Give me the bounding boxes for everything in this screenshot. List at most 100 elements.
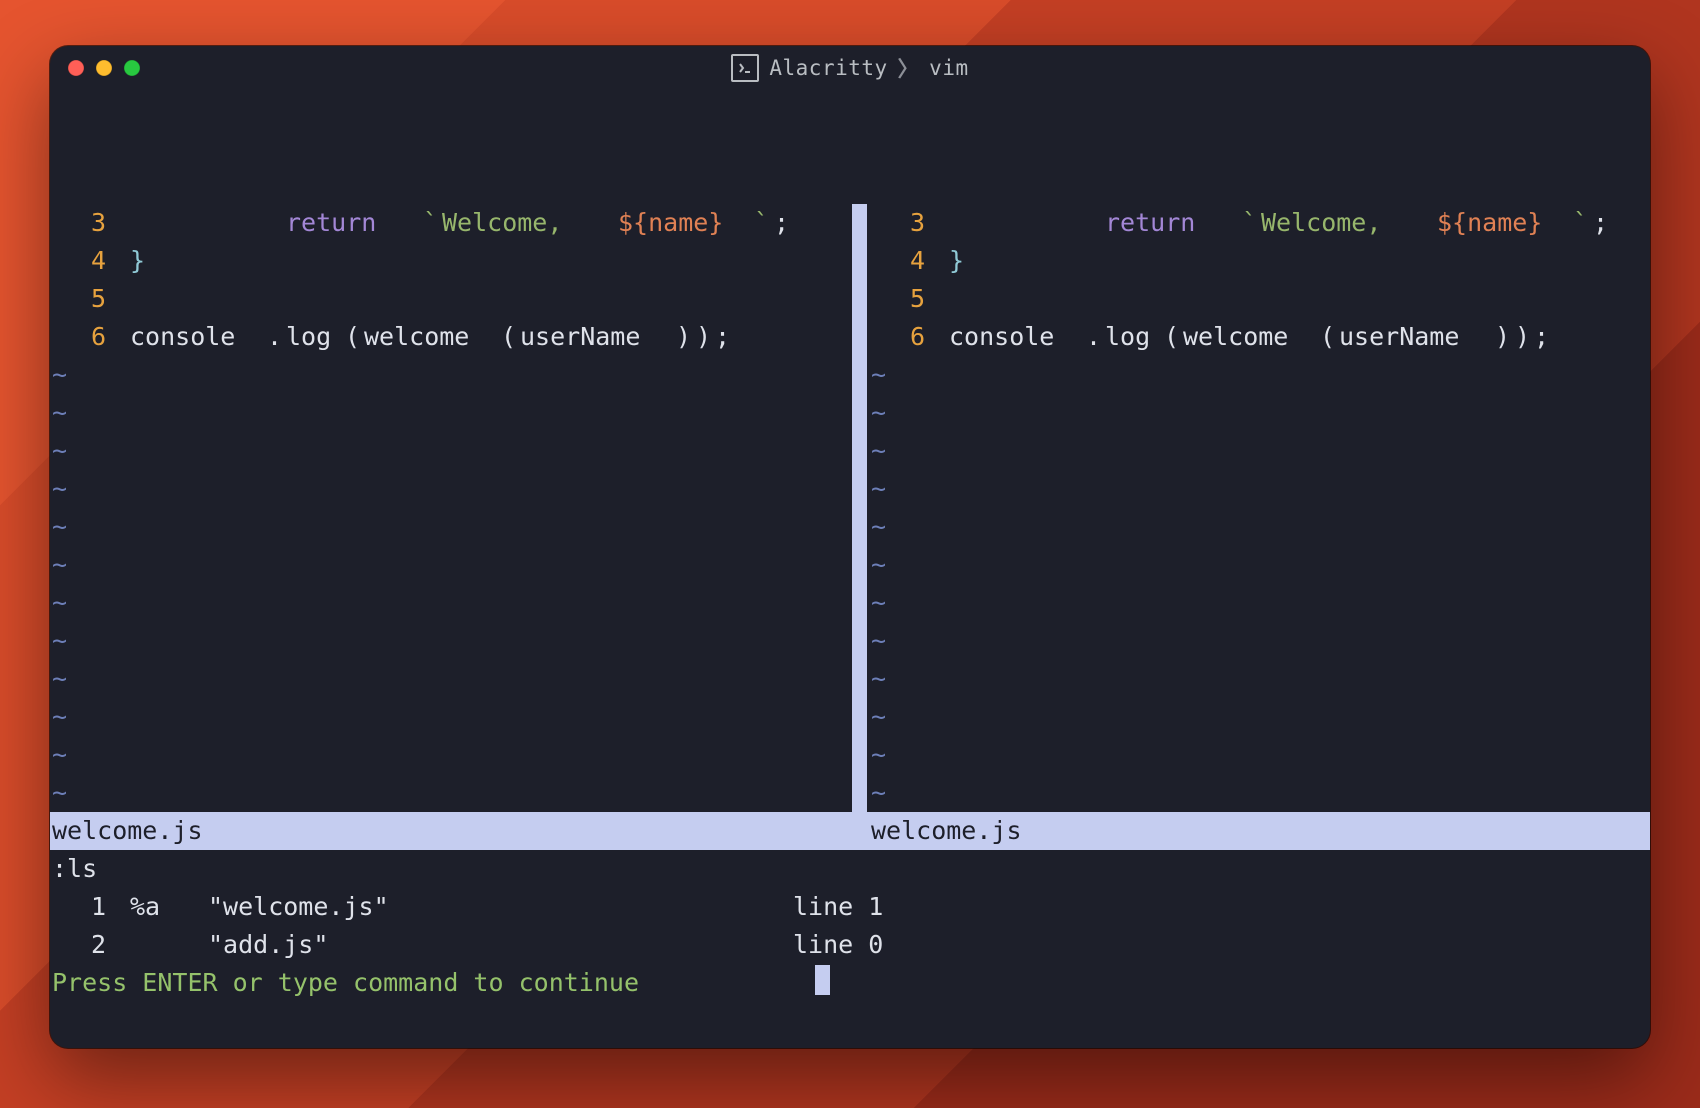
- tilde-marker: ~: [871, 508, 886, 546]
- code-token: Welcome,: [442, 204, 577, 242]
- buffer-flags: %a: [130, 888, 160, 926]
- tilde-marker: ~: [52, 736, 67, 774]
- vertical-split[interactable]: [852, 508, 867, 546]
- terminal-area[interactable]: 3 return `Welcome, ${name}`;3 return `We…: [50, 90, 1650, 1048]
- vertical-split[interactable]: [852, 622, 867, 660]
- buffer-empty-line: ~~: [50, 356, 1650, 394]
- code-token: (: [1164, 318, 1179, 356]
- statusline-file-left: welcome.js: [52, 812, 203, 850]
- tilde-marker: ~: [871, 736, 886, 774]
- code-token: log: [1105, 318, 1150, 356]
- gutter-linenum: 6: [910, 318, 925, 356]
- vertical-split[interactable]: [852, 394, 867, 432]
- tilde-marker: ~: [52, 394, 67, 432]
- tilde-marker: ~: [871, 394, 886, 432]
- vertical-split[interactable]: [852, 204, 867, 242]
- code-token: ): [1515, 318, 1530, 356]
- vim-statusline: welcome.js welcome.js: [50, 812, 1650, 850]
- tilde-marker: ~: [52, 698, 67, 736]
- code-token: return: [286, 204, 376, 242]
- tilde-marker: ~: [52, 660, 67, 698]
- more-prompt-text: Press ENTER or type command to continue: [52, 964, 639, 1002]
- more-prompt[interactable]: Press ENTER or type command to continue: [50, 964, 1650, 1002]
- buffer-empty-line: ~~: [50, 584, 1650, 622]
- code-token: ;: [715, 318, 730, 356]
- code-token: }: [949, 242, 964, 280]
- tilde-marker: ~: [871, 698, 886, 736]
- vertical-split[interactable]: [852, 736, 867, 774]
- code-token: ;: [1534, 318, 1549, 356]
- command-echo: :ls: [50, 850, 1650, 888]
- code-token: console: [949, 318, 1054, 356]
- code-token: `: [423, 204, 438, 242]
- vertical-split[interactable]: [852, 774, 867, 812]
- code-token: `: [1242, 204, 1257, 242]
- code-token: }: [130, 242, 145, 280]
- buffer-line: line 1: [793, 888, 883, 926]
- statusline-file-right: welcome.js: [871, 812, 1022, 850]
- buffer-list-row: 1%a"welcome.js"line 1: [50, 888, 1650, 926]
- tilde-marker: ~: [871, 584, 886, 622]
- terminal-window: Alacritty 〉 vim 3 return `Welcome, ${nam…: [50, 46, 1650, 1048]
- code-line: 3 return `Welcome, ${name}`;3 return `We…: [50, 204, 1650, 242]
- buffer-empty-line: ~~: [50, 774, 1650, 812]
- vertical-split[interactable]: [852, 470, 867, 508]
- code-token: `: [754, 204, 769, 242]
- code-token: return: [1105, 204, 1195, 242]
- buffer-empty-line: ~~: [50, 508, 1650, 546]
- tilde-marker: ~: [871, 432, 886, 470]
- vertical-split[interactable]: [852, 584, 867, 622]
- vertical-split[interactable]: [852, 242, 867, 280]
- zoom-icon[interactable]: [124, 60, 140, 76]
- vertical-split[interactable]: [852, 356, 867, 394]
- command-text: :ls: [52, 850, 97, 888]
- vertical-split[interactable]: [852, 280, 867, 318]
- gutter-linenum: 3: [910, 204, 925, 242]
- title-app: Alacritty: [769, 56, 887, 80]
- vertical-split[interactable]: [852, 432, 867, 470]
- code-token: ): [676, 318, 691, 356]
- gutter-linenum: 4: [91, 242, 106, 280]
- code-token: ): [1495, 318, 1510, 356]
- code-token: [1222, 204, 1237, 242]
- code-token: ;: [774, 204, 789, 242]
- tilde-marker: ~: [871, 470, 886, 508]
- code-line: 4}4}: [50, 242, 1650, 280]
- close-icon[interactable]: [68, 60, 84, 76]
- traffic-lights: [68, 46, 140, 90]
- tilde-marker: ~: [52, 432, 67, 470]
- vertical-split[interactable]: [852, 698, 867, 736]
- vertical-split[interactable]: [852, 318, 867, 356]
- buffer-empty-line: ~~: [50, 432, 1650, 470]
- title-separator-icon: 〉: [898, 53, 920, 83]
- tilde-marker: ~: [52, 622, 67, 660]
- code-token: [403, 204, 418, 242]
- tilde-marker: ~: [871, 356, 886, 394]
- gutter-linenum: 5: [91, 280, 106, 318]
- buffer-empty-line: ~~: [50, 470, 1650, 508]
- gutter-linenum: 5: [910, 280, 925, 318]
- tilde-marker: ~: [871, 774, 886, 812]
- code-token: ;: [1593, 204, 1608, 242]
- buffer-empty-line: ~~: [50, 698, 1650, 736]
- titlebar: Alacritty 〉 vim: [50, 46, 1650, 90]
- code-token: .: [267, 318, 282, 356]
- tilde-marker: ~: [871, 622, 886, 660]
- tilde-marker: ~: [52, 774, 67, 812]
- code-token: userName: [1339, 318, 1459, 356]
- minimize-icon[interactable]: [96, 60, 112, 76]
- code-token: Welcome,: [1261, 204, 1396, 242]
- code-token: ${name}: [618, 204, 723, 242]
- buffer-empty-line: ~~: [50, 622, 1650, 660]
- gutter-linenum: 6: [91, 318, 106, 356]
- gutter-linenum: 3: [91, 204, 106, 242]
- code-line: 55: [50, 280, 1650, 318]
- buffer-list-row: 2"add.js"line 0: [50, 926, 1650, 964]
- vertical-split[interactable]: [852, 660, 867, 698]
- vertical-split[interactable]: [852, 546, 867, 584]
- code-token: [130, 204, 250, 242]
- code-line: 6console.log(welcome(userName));6console…: [50, 318, 1650, 356]
- terminal-icon: [731, 54, 759, 82]
- buffer-line: line 0: [793, 926, 883, 964]
- tilde-marker: ~: [52, 356, 67, 394]
